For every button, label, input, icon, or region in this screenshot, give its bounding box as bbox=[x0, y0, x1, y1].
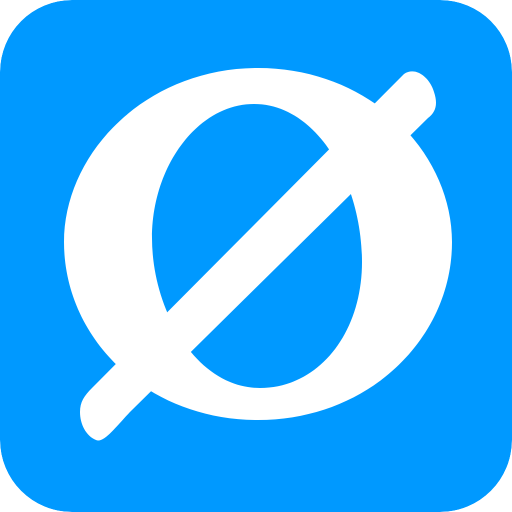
slashed-o-logo-icon bbox=[0, 0, 512, 512]
app-icon bbox=[0, 0, 512, 512]
